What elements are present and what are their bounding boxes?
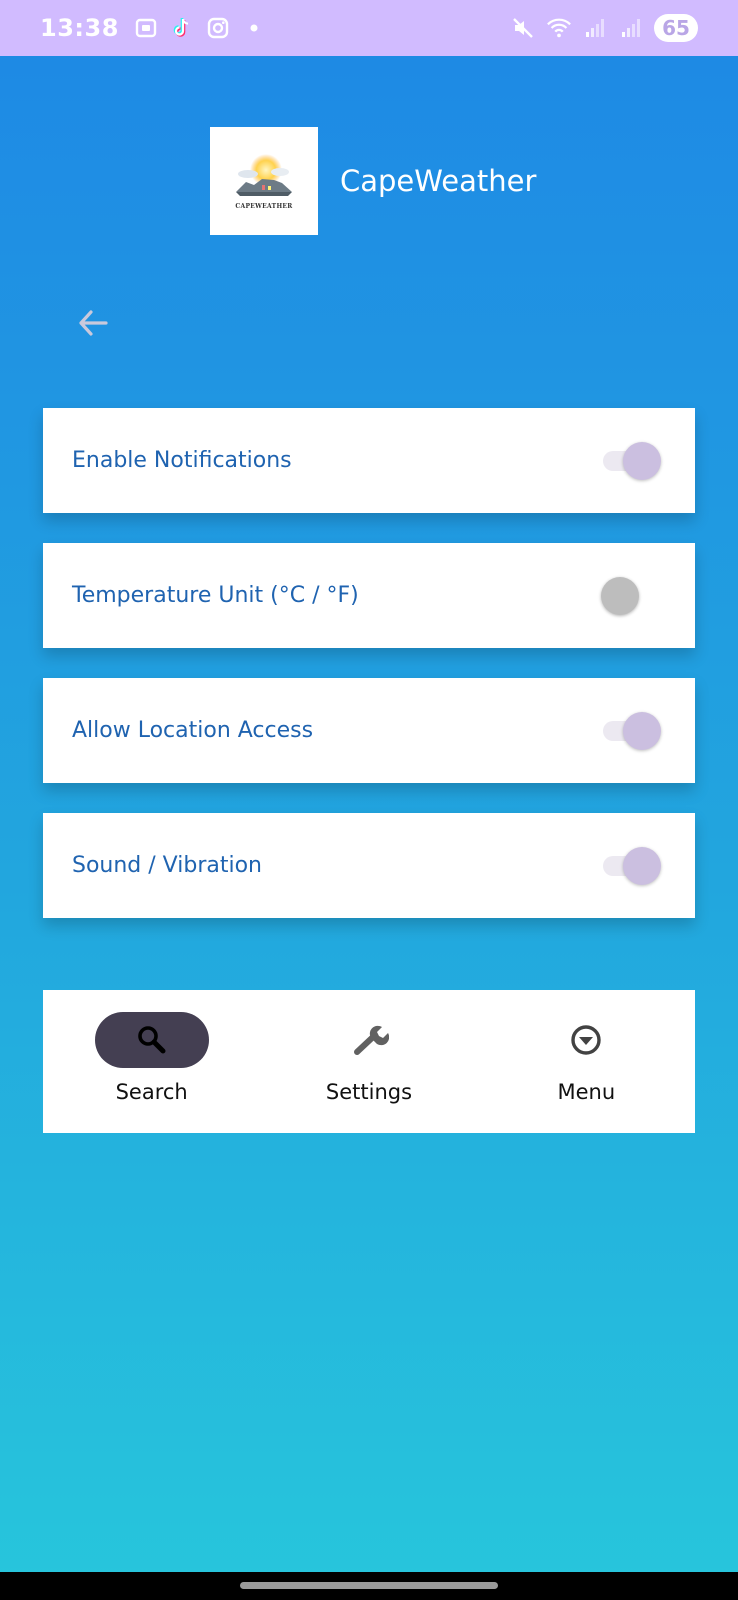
setting-label: Allow Location Access bbox=[72, 718, 314, 743]
bottom-navigation: Search Settings Menu bbox=[43, 990, 695, 1133]
temperature-unit-toggle[interactable] bbox=[601, 576, 661, 616]
toggle-thumb bbox=[623, 441, 661, 480]
setting-enable-notifications: Enable Notifications bbox=[43, 408, 695, 513]
nav-item-search[interactable]: Search bbox=[43, 990, 260, 1133]
arrow-left-icon bbox=[79, 310, 108, 336]
nav-item-settings[interactable]: Settings bbox=[260, 990, 477, 1133]
setting-sound-vibration: Sound / Vibration bbox=[43, 813, 695, 918]
nav-label: Search bbox=[115, 1080, 188, 1104]
signal-icon bbox=[582, 15, 608, 41]
toggle-thumb bbox=[623, 711, 661, 750]
signal-icon bbox=[618, 15, 644, 41]
battery-indicator: 65 bbox=[654, 14, 698, 42]
app-logo: CAPEWEATHER bbox=[210, 127, 318, 235]
app-header: CAPEWEATHER CapeWeather bbox=[210, 127, 536, 235]
status-system-icons: 65 bbox=[510, 14, 698, 42]
setting-label: Enable Notifications bbox=[72, 448, 292, 473]
nav-item-menu[interactable]: Menu bbox=[478, 990, 695, 1133]
location-access-toggle[interactable] bbox=[601, 711, 661, 751]
home-indicator[interactable] bbox=[240, 1582, 498, 1589]
search-icon bbox=[137, 1026, 166, 1054]
sound-vibration-toggle[interactable] bbox=[601, 846, 661, 886]
toggle-thumb bbox=[623, 846, 661, 885]
status-bar: 13:38 65 bbox=[0, 0, 738, 56]
screenshot-icon bbox=[133, 15, 159, 41]
setting-allow-location-access: Allow Location Access bbox=[43, 678, 695, 783]
wifi-icon bbox=[546, 15, 572, 41]
nav-label: Settings bbox=[325, 1080, 413, 1104]
setting-temperature-unit: Temperature Unit (°C / °F) bbox=[43, 543, 695, 648]
toggle-thumb bbox=[601, 576, 639, 615]
system-navigation-bar bbox=[0, 1572, 738, 1600]
nav-active-indicator bbox=[94, 1012, 209, 1068]
status-time: 13:38 bbox=[40, 14, 119, 42]
wrench-icon bbox=[353, 1025, 389, 1055]
mountain-sun-icon bbox=[236, 154, 292, 196]
chevron-circle-down-icon bbox=[571, 1025, 602, 1055]
mute-icon bbox=[510, 15, 536, 41]
setting-label: Temperature Unit (°C / °F) bbox=[72, 583, 359, 608]
status-notification-icons bbox=[133, 15, 267, 41]
notifications-toggle[interactable] bbox=[601, 441, 661, 481]
instagram-icon bbox=[205, 15, 231, 41]
tiktok-icon bbox=[169, 15, 195, 41]
setting-label: Sound / Vibration bbox=[72, 853, 262, 878]
back-button[interactable] bbox=[70, 300, 116, 346]
nav-icon-container bbox=[529, 1012, 643, 1068]
logo-text: CAPEWEATHER bbox=[235, 203, 293, 210]
nav-label: Menu bbox=[557, 1080, 616, 1104]
nav-icon-container bbox=[312, 1012, 426, 1068]
app-title: CapeWeather bbox=[340, 164, 537, 198]
dot-icon bbox=[241, 15, 267, 41]
